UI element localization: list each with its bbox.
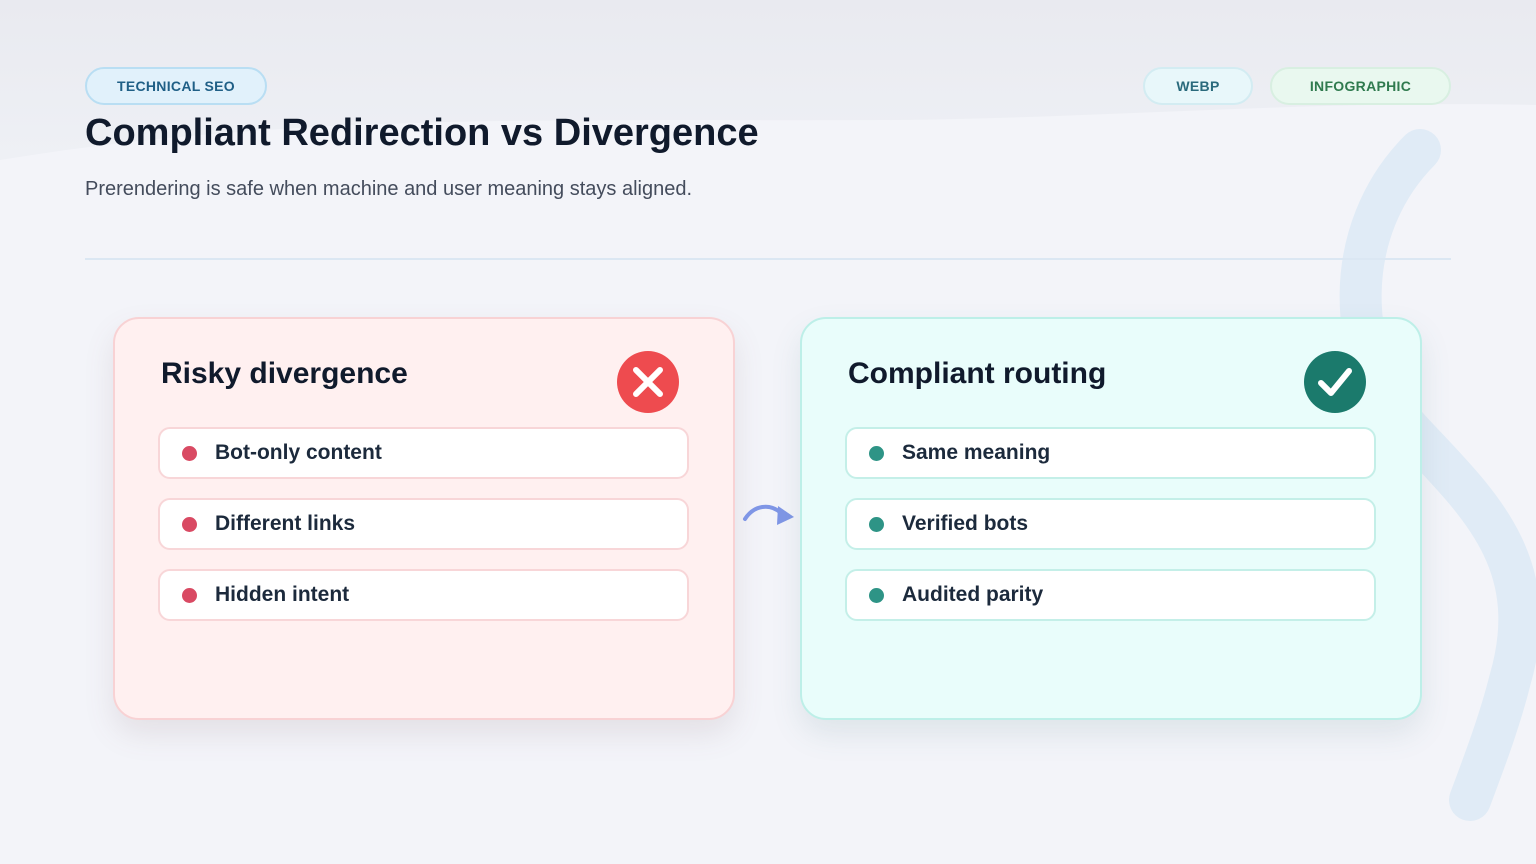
risky-divergence-card: Risky divergence Bot-only content Differ… [113,317,735,720]
list-item: Audited parity [845,569,1376,621]
list-item: Different links [158,498,689,550]
bullet-dot [182,587,197,603]
list-item: Same meaning [845,427,1376,479]
kind-tag: INFOGRAPHIC [1270,67,1451,105]
topic-tag: TECHNICAL SEO [85,67,267,105]
card-title: Risky divergence [161,357,408,390]
list-item-label: Audited parity [902,583,1044,606]
list-item-label: Different links [215,512,356,535]
format-tag: WEBP [1143,67,1253,105]
check-mark-icon [1304,351,1366,413]
x-mark-icon [617,351,679,413]
list-item-label: Bot-only content [215,441,382,464]
card-title: Compliant routing [848,357,1107,390]
curved-arrow-right-icon [743,504,794,525]
bullet-dot [869,445,884,461]
list-item: Verified bots [845,498,1376,550]
header-divider [85,258,1451,260]
list-item-label: Same meaning [902,441,1051,464]
compliant-routing-card: Compliant routing Same meaning Verified … [800,317,1422,720]
page-subtitle: Prerendering is safe when machine and us… [85,178,693,200]
page-title: Compliant Redirection vs Divergence [85,112,759,154]
list-item: Hidden intent [158,569,689,621]
list-item-label: Verified bots [902,512,1029,535]
list-item-label: Hidden intent [215,583,350,606]
bullet-dot [869,587,884,603]
bullet-dot [182,516,197,532]
bullet-dot [182,445,197,461]
list-item: Bot-only content [158,427,689,479]
bullet-dot [869,516,884,532]
